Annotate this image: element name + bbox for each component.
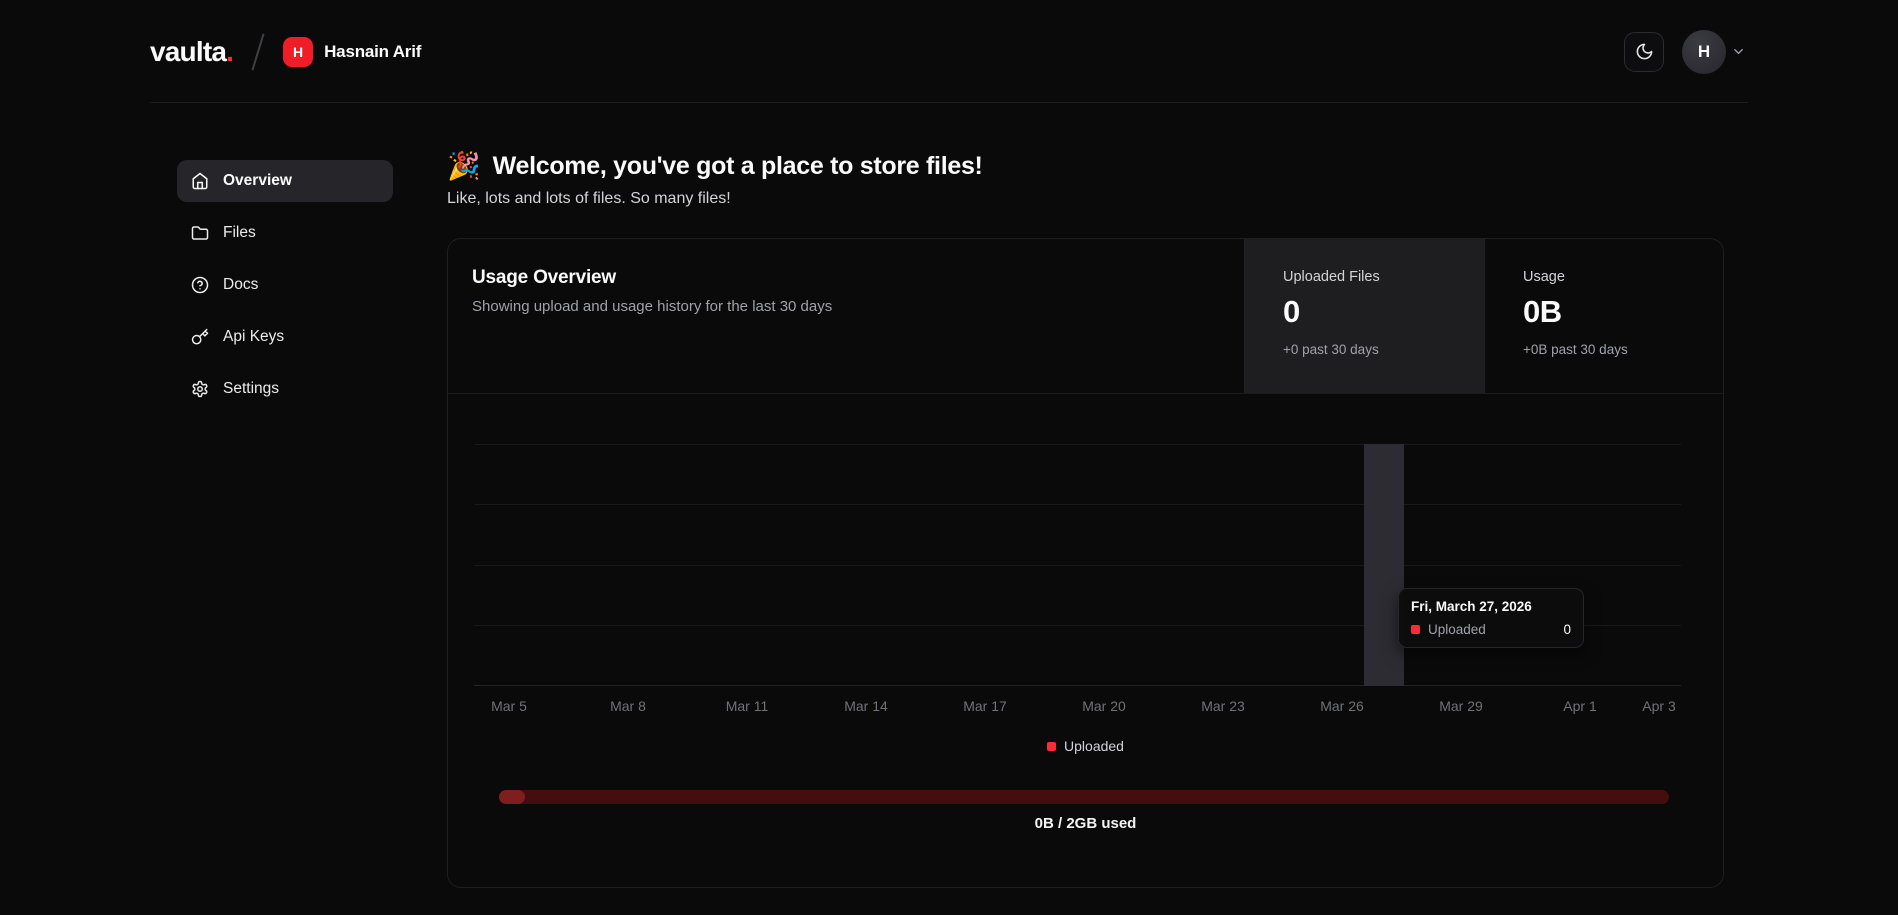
page-subtitle: Like, lots and lots of files. So many fi…	[447, 190, 983, 208]
workspace-avatar: H	[283, 37, 313, 67]
gridline	[474, 504, 1681, 505]
x-tick-label: Mar 23	[1201, 698, 1245, 714]
help-circle-icon	[191, 276, 209, 294]
folder-icon	[191, 224, 209, 242]
legend-swatch	[1047, 742, 1056, 751]
card-header-divider	[448, 393, 1723, 394]
page-title: Welcome, you've got a place to store fil…	[493, 152, 983, 181]
logo-text: vaulta	[150, 36, 226, 67]
usage-overview-card: Usage Overview Showing upload and usage …	[447, 238, 1724, 888]
stat-usage[interactable]: Usage 0B +0B past 30 days	[1484, 239, 1724, 393]
nav-right: H	[1624, 30, 1746, 74]
x-tick-label: Mar 8	[610, 698, 646, 714]
hover-highlight-band	[1364, 444, 1404, 686]
chart-legend: Uploaded	[448, 738, 1723, 754]
logo[interactable]: vaulta.	[150, 36, 233, 68]
nav-left: vaulta. H Hasnain Arif	[150, 33, 421, 71]
sidebar-item-label: Files	[223, 224, 256, 242]
app-root: vaulta. H Hasnain Arif H	[0, 0, 1898, 915]
x-tick-label: Apr 3	[1642, 698, 1675, 714]
storage-progress-bar	[499, 790, 1669, 804]
top-nav: vaulta. H Hasnain Arif H	[0, 0, 1898, 103]
chart-tooltip: Fri, March 27, 2026 Uploaded 0	[1398, 588, 1584, 648]
sidebar-item-label: Settings	[223, 380, 279, 398]
x-tick-label: Mar 26	[1320, 698, 1364, 714]
sidebar: Overview Files Docs Api Keys Settings	[177, 160, 393, 420]
x-tick-label: Mar 14	[844, 698, 888, 714]
workspace-user-name: Hasnain Arif	[324, 42, 421, 62]
sidebar-item-label: Docs	[223, 276, 258, 294]
card-subtitle: Showing upload and usage history for the…	[472, 298, 832, 315]
stat-delta: +0 past 30 days	[1283, 342, 1484, 357]
tooltip-series-label: Uploaded	[1428, 622, 1486, 637]
x-tick-label: Mar 5	[491, 698, 527, 714]
stat-value: 0	[1283, 296, 1484, 327]
x-tick-label: Mar 20	[1082, 698, 1126, 714]
tooltip-date: Fri, March 27, 2026	[1411, 599, 1571, 614]
workspace-user-chip[interactable]: H Hasnain Arif	[283, 37, 421, 67]
x-tick-label: Apr 1	[1563, 698, 1596, 714]
slash-divider	[252, 33, 265, 70]
sidebar-item-files[interactable]: Files	[177, 212, 393, 254]
stat-label: Usage	[1523, 269, 1724, 285]
x-tick-label: Mar 11	[726, 698, 769, 714]
sidebar-item-label: Overview	[223, 172, 292, 190]
key-icon	[191, 328, 209, 346]
gridline	[474, 444, 1681, 445]
sidebar-item-label: Api Keys	[223, 328, 284, 346]
welcome-section: 🎉 Welcome, you've got a place to store f…	[447, 152, 983, 208]
tooltip-series-swatch	[1411, 625, 1420, 634]
gear-icon	[191, 380, 209, 398]
x-axis-line	[474, 685, 1681, 686]
logo-dot: .	[226, 36, 233, 67]
sidebar-item-api-keys[interactable]: Api Keys	[177, 316, 393, 358]
x-tick-label: Mar 17	[963, 698, 1007, 714]
storage-usage-label: 0B / 2GB used	[448, 815, 1723, 832]
usage-bar-chart[interactable]	[474, 444, 1681, 686]
moon-icon	[1635, 42, 1654, 61]
profile-avatar: H	[1682, 30, 1726, 74]
card-header: Usage Overview Showing upload and usage …	[472, 267, 832, 315]
card-title: Usage Overview	[472, 267, 832, 289]
stat-delta: +0B past 30 days	[1523, 342, 1724, 357]
theme-toggle-button[interactable]	[1624, 32, 1664, 72]
profile-menu[interactable]: H	[1682, 30, 1746, 74]
sidebar-item-overview[interactable]: Overview	[177, 160, 393, 202]
stat-uploaded-files[interactable]: Uploaded Files 0 +0 past 30 days	[1244, 239, 1484, 393]
stat-value: 0B	[1523, 296, 1724, 327]
home-icon	[191, 172, 209, 190]
chevron-down-icon	[1731, 44, 1746, 59]
legend-label: Uploaded	[1064, 738, 1124, 754]
storage-progress-fill	[499, 790, 525, 804]
gridline	[474, 565, 1681, 566]
x-tick-label: Mar 29	[1439, 698, 1483, 714]
party-popper-emoji: 🎉	[447, 153, 481, 180]
sidebar-item-docs[interactable]: Docs	[177, 264, 393, 306]
sidebar-item-settings[interactable]: Settings	[177, 368, 393, 410]
stat-label: Uploaded Files	[1283, 269, 1484, 285]
tooltip-series-value: 0	[1563, 622, 1571, 637]
